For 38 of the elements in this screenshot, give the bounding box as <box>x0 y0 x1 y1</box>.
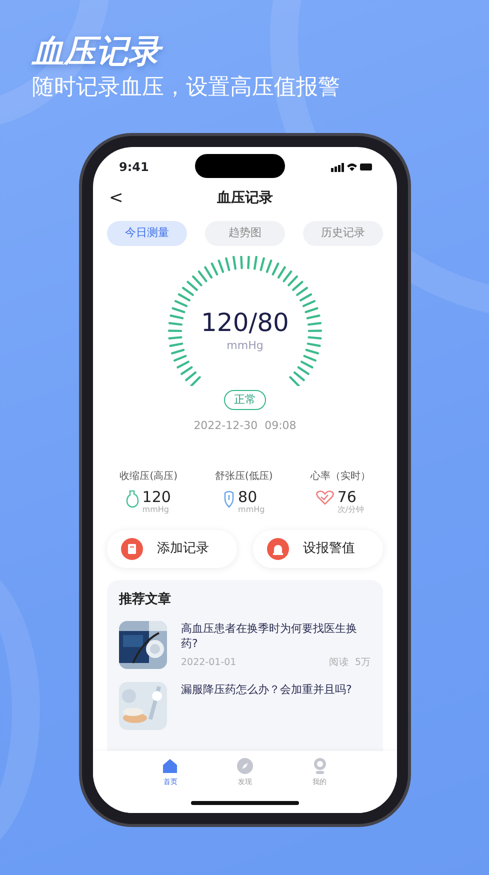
tab[interactable]: 今日测量 <box>107 220 187 246</box>
siren-icon <box>267 538 289 560</box>
action-button[interactable]: 添加记录 <box>107 530 237 568</box>
tab[interactable]: 历史记录 <box>303 220 383 246</box>
stat-label: 收缩压(高压) <box>120 470 178 484</box>
article-item[interactable]: 高血压患者在换季时为何要找医生换药? 2022-01-01 阅读 5万 <box>119 621 371 670</box>
document-icon <box>121 538 143 560</box>
page-title: 血压记录 <box>216 189 274 208</box>
back-button[interactable]: < <box>109 190 124 208</box>
article-title: 高血压患者在换季时为何要找医生换药? <box>181 621 358 652</box>
read-count: 阅读 5万 <box>328 656 371 670</box>
home-icon <box>161 756 180 775</box>
compass-icon <box>236 756 254 775</box>
status-badge: 正常 <box>224 390 266 410</box>
stat-unit: mmHg <box>142 506 170 514</box>
section-title: 推荐文章 <box>119 590 172 609</box>
stat-label: 舒张压(低压) <box>214 470 273 484</box>
status-time: 9:41 <box>119 158 149 176</box>
promo-title: 血压记录 <box>32 34 489 70</box>
thermometer-icon <box>223 490 236 508</box>
stat-unit: 次/分钟 <box>337 506 364 514</box>
stat-value: 120 <box>142 490 171 505</box>
reading-value: 120/80 <box>200 310 290 335</box>
stat-value: 76 <box>337 490 356 505</box>
action-button[interactable]: 设报警值 <box>253 530 383 568</box>
stat-label: 心率（实时） <box>310 470 370 484</box>
heart-icon <box>316 490 334 505</box>
stat-value: 80 <box>238 490 258 505</box>
reading-unit: mmHg <box>226 340 264 351</box>
article-date: 2022-01-01 <box>181 656 236 670</box>
tab[interactable]: 趋势图 <box>205 220 285 246</box>
promo-subtitle: 随时记录血压，设置高压值报警 <box>32 75 341 102</box>
article-item[interactable]: 漏服降压药怎么办？会加重并且吗? <box>119 682 371 730</box>
article-title: 漏服降压药怎么办？会加重并且吗? <box>181 682 353 698</box>
stat-unit: mmHg <box>238 506 265 514</box>
status-icons <box>330 162 373 172</box>
reading-time: 2022-12-30 09:08 <box>194 418 296 434</box>
bottle-icon <box>126 490 140 508</box>
